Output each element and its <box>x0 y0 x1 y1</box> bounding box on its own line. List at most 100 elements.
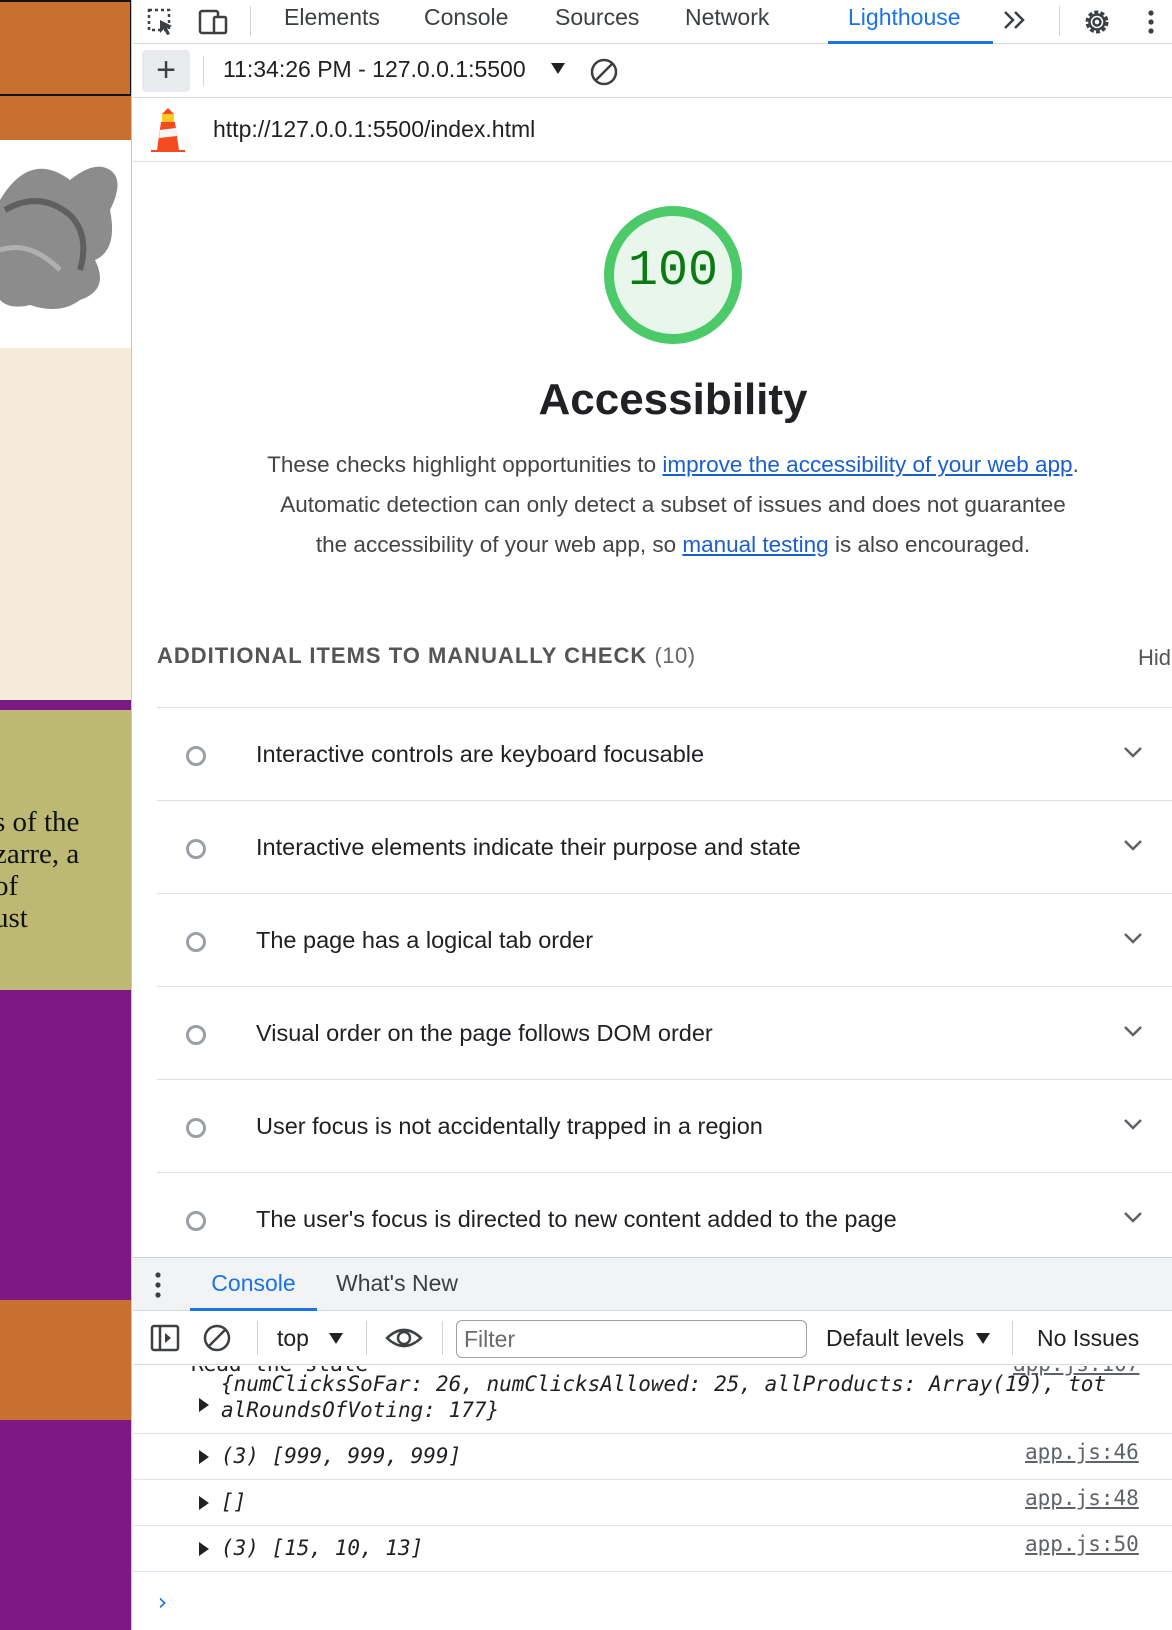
page-beige-section <box>0 348 131 700</box>
clear-reports-icon[interactable] <box>588 56 620 88</box>
lighthouse-report-toolbar: + 11:34:26 PM - 127.0.0.1:5500 <box>133 44 1172 98</box>
description-text: These checks highlight opportunities to <box>267 452 663 477</box>
audit-title: User focus is not accidentally trapped i… <box>256 1113 763 1139</box>
console-object-line: alRoundsOfVoting: 177} <box>221 1398 500 1422</box>
console-object-line: {numClicksSoFar: 26, numClicksAllowed: 2… <box>221 1372 1107 1396</box>
accessibility-learn-more-link[interactable]: improve the accessibility of your web ap… <box>662 452 1072 477</box>
more-tabs-chevron-icon[interactable] <box>999 4 1031 36</box>
live-expression-eye-icon[interactable] <box>385 1322 423 1354</box>
device-toolbar-icon[interactable] <box>197 6 229 38</box>
toolbar-separator <box>366 1321 367 1355</box>
chevron-down-icon[interactable] <box>1121 1116 1145 1132</box>
console-message[interactable]: (3) [999, 999, 999] app.js:46 <box>133 1434 1172 1480</box>
expand-triangle-icon[interactable] <box>199 1398 209 1412</box>
chevron-down-icon[interactable] <box>1121 744 1145 760</box>
inspect-element-icon[interactable] <box>145 6 177 38</box>
console-message[interactable]: (3) [15, 10, 13] app.js:50 <box>133 1526 1172 1572</box>
console-object-preview: alRoundsOfVoting: 177} <box>221 1398 499 1422</box>
new-report-button[interactable]: + <box>142 50 190 92</box>
audit-item[interactable]: Visual order on the page follows DOM ord… <box>157 987 1172 1080</box>
console-array-preview: [] <box>221 1490 247 1514</box>
log-levels-dropdown[interactable]: Default levels <box>826 1325 964 1352</box>
levels-caret-icon[interactable] <box>976 1333 990 1344</box>
audit-title: Interactive controls are keyboard focusa… <box>256 741 705 767</box>
settings-gear-icon[interactable] <box>1081 6 1113 38</box>
chevron-down-icon[interactable] <box>1121 1209 1145 1225</box>
expand-triangle-icon[interactable] <box>199 1450 209 1464</box>
manual-testing-link[interactable]: manual testing <box>682 532 828 557</box>
drawer-tab-bar: Console What's New <box>133 1258 1172 1311</box>
toolbar-separator <box>203 56 204 86</box>
audit-item[interactable]: User focus is not accidentally trapped i… <box>157 1080 1172 1173</box>
console-message[interactable]: [] app.js:48 <box>133 1480 1172 1526</box>
tab-sources[interactable]: Sources <box>555 0 639 44</box>
console-source-link[interactable]: app.js:46 <box>1025 1440 1139 1464</box>
audit-item[interactable]: The page has a logical tab order <box>157 894 1172 987</box>
chevron-down-icon[interactable] <box>1121 930 1145 946</box>
console-message[interactable]: {numClicksSoFar: 26, numClicksAllowed: 2… <box>133 1366 1172 1434</box>
audit-item[interactable]: Interactive controls are keyboard focusa… <box>157 708 1172 801</box>
report-selector-caret-icon[interactable] <box>551 63 565 74</box>
devtools-menu-kebab-icon[interactable] <box>1135 6 1167 38</box>
devtools-panel: Elements Console Sources Network Lightho… <box>133 0 1172 1630</box>
page-paragraph-fragment: s of thezarre, aofust <box>0 806 80 934</box>
toolbar-separator <box>257 1321 258 1355</box>
hide-group-toggle[interactable]: Hid <box>1138 645 1171 671</box>
console-toolbar: top Default levels No Issues <box>133 1311 1172 1365</box>
audit-item[interactable]: Interactive elements indicate their purp… <box>157 801 1172 894</box>
manual-check-icon <box>186 1025 206 1045</box>
console-array-preview: (3) [15, 10, 13] <box>221 1536 424 1560</box>
console-filter-input[interactable] <box>456 1320 807 1358</box>
drawer-menu-kebab-icon[interactable] <box>155 1272 161 1298</box>
expand-triangle-icon[interactable] <box>199 1496 209 1510</box>
console-drawer: Console What's New top Default <box>133 1257 1172 1630</box>
audit-item[interactable]: The user's focus is directed to new cont… <box>157 1173 1172 1257</box>
tab-lighthouse[interactable]: Lighthouse <box>828 0 993 44</box>
console-sidebar-toggle-icon[interactable] <box>149 1322 181 1354</box>
console-prompt-caret-icon[interactable]: › <box>155 1588 169 1616</box>
page-purple-footer <box>0 1420 131 1630</box>
product-image <box>0 140 131 348</box>
manual-check-icon <box>186 839 206 859</box>
score-value: 100 <box>627 243 718 300</box>
page-purple-section <box>0 990 131 1300</box>
tab-network[interactable]: Network <box>685 0 769 44</box>
toolbar-separator <box>1012 1321 1013 1355</box>
console-source-link[interactable]: app.js:48 <box>1025 1486 1139 1510</box>
chevron-down-icon[interactable] <box>1121 837 1145 853</box>
page-orange-section <box>0 1300 131 1420</box>
category-title: Accessibility <box>538 375 808 424</box>
audit-title: The page has a logical tab order <box>256 927 594 953</box>
audit-group-title: ADDITIONAL ITEMS TO MANUALLY CHECK <box>157 643 648 668</box>
audited-url[interactable]: http://127.0.0.1:5500/index.html <box>213 116 535 143</box>
drawer-tab-whats-new[interactable]: What's New <box>336 1258 458 1311</box>
page-header-border <box>0 0 131 96</box>
lighthouse-report: 100 Accessibility These checks highlight… <box>133 163 1172 1257</box>
expand-triangle-icon[interactable] <box>199 1542 209 1556</box>
category-description: These checks highlight opportunities to … <box>263 445 1083 565</box>
description-text: is also encouraged. <box>828 532 1031 557</box>
page-preview-strip: s of thezarre, aofust <box>0 0 132 1630</box>
tab-elements[interactable]: Elements <box>284 0 380 44</box>
manual-check-icon <box>186 1211 206 1231</box>
issues-counter[interactable]: No Issues <box>1037 1325 1139 1352</box>
console-source-link[interactable]: app.js:50 <box>1025 1532 1139 1556</box>
report-url-bar: http://127.0.0.1:5500/index.html <box>133 98 1172 162</box>
clear-console-icon[interactable] <box>201 1322 233 1354</box>
audit-group-header: ADDITIONAL ITEMS TO MANUALLY CHECK (10) <box>157 643 696 669</box>
chevron-down-icon[interactable] <box>1121 1023 1145 1039</box>
console-output: Read the state app.js:107 {numClicksSoFa… <box>133 1366 1172 1630</box>
page-purple-rule <box>0 700 131 710</box>
manual-audit-list: Interactive controls are keyboard focusa… <box>157 707 1172 1257</box>
drawer-tab-console[interactable]: Console <box>190 1258 317 1311</box>
tab-console[interactable]: Console <box>424 0 508 44</box>
context-caret-icon[interactable] <box>329 1333 343 1344</box>
manual-check-icon <box>186 1118 206 1138</box>
report-selector[interactable]: 11:34:26 PM - 127.0.0.1:5500 <box>223 56 526 83</box>
audit-title: The user's focus is directed to new cont… <box>256 1206 897 1232</box>
audit-group-count: (10) <box>654 643 696 668</box>
manual-check-icon <box>186 932 206 952</box>
javascript-context-selector[interactable]: top <box>277 1325 309 1352</box>
toolbar-separator <box>442 1321 443 1355</box>
toolbar-separator <box>1059 6 1060 36</box>
